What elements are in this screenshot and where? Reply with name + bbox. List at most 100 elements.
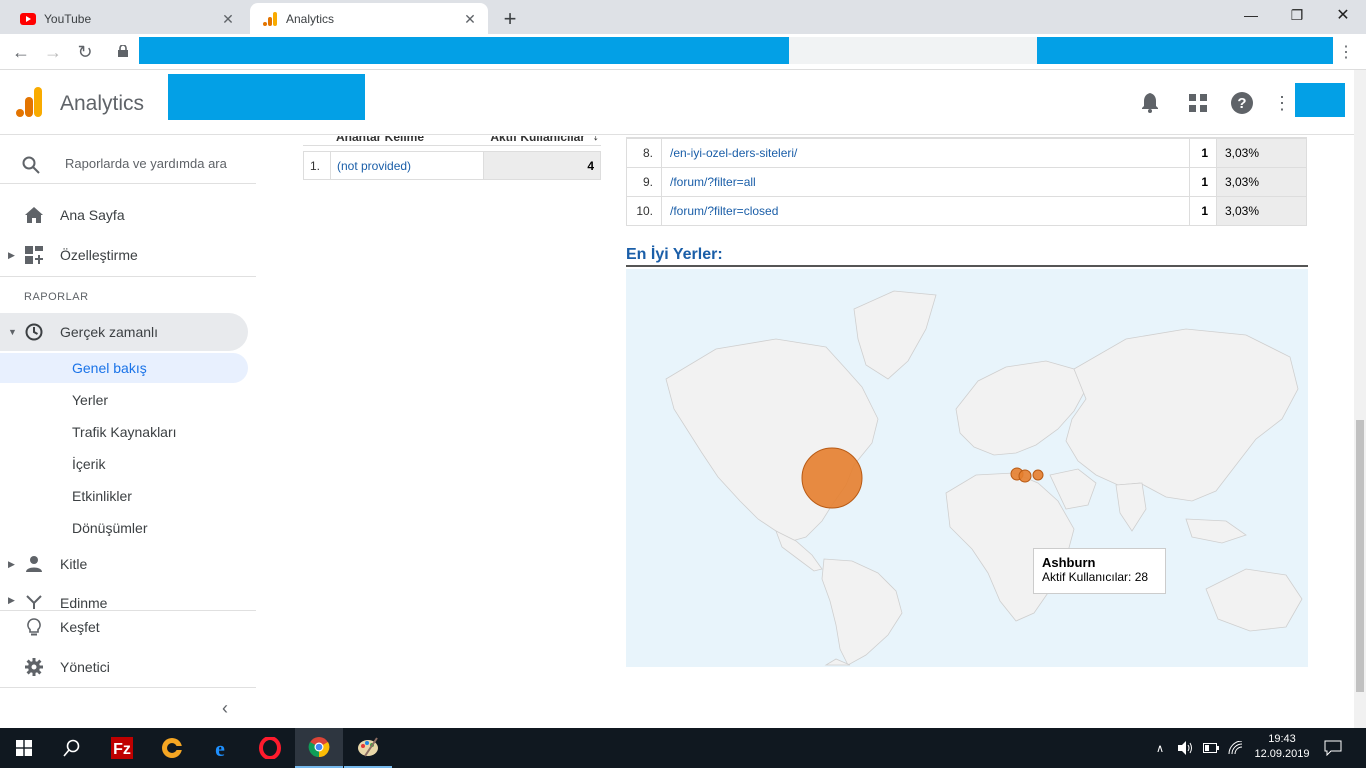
apps-grid-icon[interactable] [1186, 91, 1210, 115]
sort-arrow-icon[interactable]: ↓ [593, 136, 600, 143]
show-hidden-icons[interactable]: ∧ [1156, 728, 1164, 768]
caret-right-icon: ▶ [8, 249, 15, 260]
page-link[interactable]: /forum/?filter=closed [670, 204, 778, 218]
clock-time: 19:43 [1268, 733, 1296, 745]
sidebar-item-home[interactable]: Ana Sayfa [0, 196, 248, 234]
table-row: 9. /forum/?filter=all 1 3,03% [626, 167, 1307, 197]
sidebar-search[interactable]: Raporlarda ve yardımda ara [0, 144, 256, 184]
account-selector-redacted[interactable] [168, 74, 365, 120]
landmass-india [1115, 482, 1147, 532]
sidebar-subitem-conversions[interactable]: Dönüşümler [0, 513, 248, 543]
location-bubble-ashburn[interactable] [801, 447, 863, 509]
dashboard-icon [24, 245, 44, 265]
opera-icon[interactable] [246, 728, 294, 768]
search-icon[interactable] [48, 728, 96, 768]
keyword-table: 1. (not provided) 4 [303, 151, 601, 180]
sidebar-subitem-label: Etkinlikler [72, 488, 132, 504]
address-bar-redacted[interactable] [139, 37, 789, 64]
column-header-active-users[interactable]: Aktif Kullanıcılar [490, 136, 585, 144]
page-cell: /en-iyi-ozel-ders-siteleri/ [661, 138, 1190, 168]
filezilla-icon[interactable]: Fz [98, 728, 146, 768]
close-tab-icon[interactable]: ✕ [462, 11, 478, 27]
address-bar[interactable] [789, 37, 1037, 64]
extensions-redacted [1037, 37, 1333, 64]
close-window-button[interactable]: ✕ [1320, 0, 1366, 30]
sidebar-item-admin[interactable]: Yönetici [0, 648, 248, 686]
collapse-sidebar-icon[interactable]: ‹ [222, 698, 228, 719]
landmass-north-america [665, 338, 879, 542]
tooltip-city: Ashburn [1042, 555, 1096, 570]
landmass-australia [1205, 568, 1303, 632]
sidebar-subitem-traffic-sources[interactable]: Trafik Kaynakları [0, 417, 248, 447]
sidebar-item-discover[interactable]: Keşfet [0, 608, 248, 646]
sidebar-subitem-events[interactable]: Etkinlikler [0, 481, 248, 511]
app-title: Analytics [60, 92, 145, 115]
sidebar-subitem-label: Dönüşümler [72, 520, 148, 536]
sidebar-item-acquisition[interactable]: ▶ Edinme [0, 585, 248, 609]
row-index: 1. [303, 151, 331, 180]
top-locations-title: En İyi Yerler: [626, 246, 723, 263]
sidebar-item-label: Edinme [60, 595, 108, 609]
home-icon [24, 205, 44, 225]
percent-cell: 3,03% [1216, 138, 1307, 168]
search-icon [22, 156, 40, 179]
minimize-button[interactable]: — [1228, 0, 1274, 30]
keyword-link[interactable]: (not provided) [337, 159, 411, 173]
count-cell: 1 [1189, 138, 1217, 168]
battery-icon[interactable] [1203, 728, 1219, 768]
sidebar-subitem-overview[interactable]: Genel bakış [0, 353, 248, 383]
close-tab-icon[interactable]: ✕ [220, 11, 236, 27]
windows-start-icon[interactable] [0, 728, 48, 768]
column-header-keyword[interactable]: Anahtar Kelime [336, 136, 424, 144]
sidebar-subitem-content[interactable]: İçerik [0, 449, 248, 479]
sidebar-item-label: Ana Sayfa [60, 207, 125, 223]
action-center-icon[interactable] [1324, 728, 1342, 768]
scrollbar-thumb[interactable] [1356, 420, 1364, 692]
sidebar-item-customization[interactable]: ▶ Özelleştirme [0, 236, 248, 274]
caret-right-icon: ▶ [8, 558, 15, 569]
new-tab-button[interactable]: + [498, 6, 522, 32]
sidebar-item-realtime[interactable]: ▼ Gerçek zamanlı [0, 313, 248, 351]
forward-icon[interactable]: → [40, 39, 66, 65]
sidebar-item-audience[interactable]: ▶ Kitle [0, 545, 248, 583]
page-link[interactable]: /forum/?filter=all [670, 175, 756, 189]
count-cell: 4 [483, 151, 601, 180]
tab-analytics[interactable]: Analytics ✕ [250, 3, 488, 34]
table-row: 1. (not provided) 4 [303, 151, 601, 180]
chrome-icon[interactable] [295, 728, 343, 768]
more-options-icon[interactable]: ⋮ [1270, 91, 1294, 115]
sidebar-subitem-label: İçerik [72, 456, 106, 472]
tab-title: YouTube [44, 11, 92, 26]
edge-legacy-icon[interactable] [148, 728, 196, 768]
section-heading: RAPORLAR [24, 291, 89, 303]
percent-cell: 3,03% [1216, 167, 1307, 197]
youtube-icon [20, 11, 36, 27]
world-map[interactable]: Ashburn Aktif Kullanıcılar: 28 [626, 269, 1308, 667]
tooltip-value: Aktif Kullanıcılar: 28 [1042, 570, 1149, 584]
reload-icon[interactable]: ↻ [72, 39, 98, 65]
landmass-southeast-asia [1185, 518, 1247, 544]
page-link[interactable]: /en-iyi-ozel-ders-siteleri/ [670, 146, 797, 160]
wifi-icon[interactable] [1228, 728, 1244, 768]
volume-icon[interactable] [1178, 728, 1194, 768]
page-scrollbar[interactable] [1354, 70, 1366, 728]
landmass-south-america [821, 558, 903, 666]
sidebar-subitem-label: Yerler [72, 392, 109, 408]
browser-menu-icon[interactable]: ⋮ [1338, 42, 1354, 62]
help-icon[interactable]: ? [1230, 91, 1254, 115]
back-icon[interactable]: ← [8, 39, 34, 65]
tab-youtube[interactable]: YouTube ✕ [8, 3, 246, 34]
maximize-button[interactable]: ❐ [1274, 0, 1320, 30]
internet-explorer-icon[interactable]: e [196, 728, 244, 768]
divider [626, 265, 1308, 267]
table-row: 8. /en-iyi-ozel-ders-siteleri/ 1 3,03% [626, 138, 1307, 168]
notifications-icon[interactable] [1138, 91, 1162, 115]
svg-text:Fz: Fz [113, 741, 131, 758]
sidebar-item-label: Gerçek zamanlı [60, 324, 159, 340]
account-avatar-redacted[interactable] [1295, 83, 1345, 117]
location-bubble[interactable] [1018, 469, 1032, 483]
system-clock[interactable]: 19:43 12.09.2019 [1252, 732, 1312, 762]
location-bubble[interactable] [1032, 469, 1044, 481]
sidebar-subitem-locations[interactable]: Yerler [0, 385, 248, 415]
paint-icon[interactable] [344, 728, 392, 768]
